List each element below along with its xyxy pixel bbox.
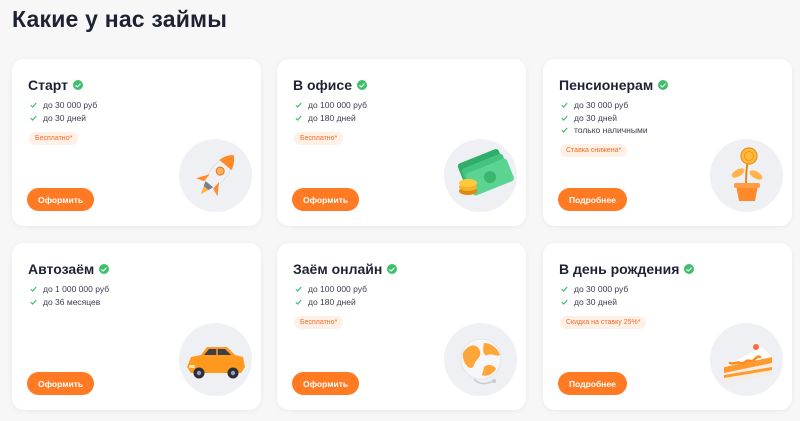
check-badge-icon [356,80,367,90]
list-item: до 30 дней [561,112,648,125]
globe-icon [444,323,517,396]
check-icon [295,299,302,305]
rocket-icon [179,139,252,212]
cake-icon [710,323,783,396]
check-badge-icon [684,264,695,274]
details-button[interactable]: Подробнее [558,188,627,211]
feature-list: до 1 000 000 руб до 36 месяцев [30,283,109,308]
loan-card-birthday: В день рождения до 30 000 руб до 30 дней… [543,243,792,410]
loan-card-pensioners: Пенсионерам до 30 000 руб до 30 дней тол… [543,59,792,226]
card-title: Автозаём [28,261,95,277]
check-badge-icon [72,80,83,90]
coin-plant-icon [710,139,783,212]
check-icon [561,127,568,134]
list-item: до 180 дней [295,296,367,309]
details-button[interactable]: Подробнее [558,372,627,395]
check-badge-icon [387,264,398,274]
page-title: Какие у нас займы [12,6,228,32]
money-stack-icon [444,139,517,212]
list-item: только наличными [561,124,648,137]
check-icon [30,286,37,293]
list-item: до 36 месяцев [30,296,109,309]
check-icon [295,286,302,293]
apply-button[interactable]: Оформить [292,188,360,211]
list-item: до 100 000 руб [295,283,367,296]
status-badge: Скидка на ставку 25%* [560,316,647,329]
status-badge: Бесплатно* [294,132,344,145]
status-badge: Ставка снижена* [560,144,628,157]
apply-button[interactable]: Оформить [27,372,95,395]
loan-card-start: Старт до 30 000 руб до 30 дней Бесплатно… [12,59,261,226]
apply-button[interactable]: Оформить [27,188,95,211]
car-icon [179,323,252,396]
apply-button[interactable]: Оформить [292,372,360,395]
check-badge-icon [99,264,110,274]
card-title: В офисе [293,77,352,93]
list-item: до 30 000 руб [30,99,97,112]
check-icon [561,286,568,293]
card-title: Пенсионерам [559,77,654,93]
feature-list: до 30 000 руб до 30 дней только наличным… [561,99,648,137]
card-title: В день рождения [559,261,680,277]
status-badge: Бесплатно* [29,132,79,145]
check-icon [30,115,37,121]
list-item: до 30 дней [561,296,628,309]
loan-card-office: В офисе до 100 000 руб до 180 дней Беспл… [277,59,526,226]
feature-list: до 100 000 руб до 180 дней [295,99,367,124]
list-item: до 1 000 000 руб [30,283,109,296]
card-title: Заём онлайн [293,261,383,277]
feature-list: до 100 000 руб до 180 дней [295,283,367,308]
feature-list: до 30 000 руб до 30 дней [561,283,628,308]
card-title: Старт [28,77,68,93]
check-icon [561,115,568,121]
check-icon [295,102,302,109]
check-badge-icon [658,80,669,90]
loan-card-online: Заём онлайн до 100 000 руб до 180 дней Б… [277,243,526,410]
check-icon [30,299,37,305]
list-item: до 180 дней [295,112,367,125]
list-item: до 100 000 руб [295,99,367,112]
list-item: до 30 000 руб [561,99,648,112]
loan-card-auto: Автозаём до 1 000 000 руб до 36 месяцев … [12,243,261,410]
list-item: до 30 000 руб [561,283,628,296]
check-icon [30,102,37,109]
feature-list: до 30 000 руб до 30 дней [30,99,97,124]
list-item: до 30 дней [30,112,97,125]
check-icon [295,115,302,121]
status-badge: Бесплатно* [294,316,344,329]
check-icon [561,299,568,305]
check-icon [561,102,568,109]
